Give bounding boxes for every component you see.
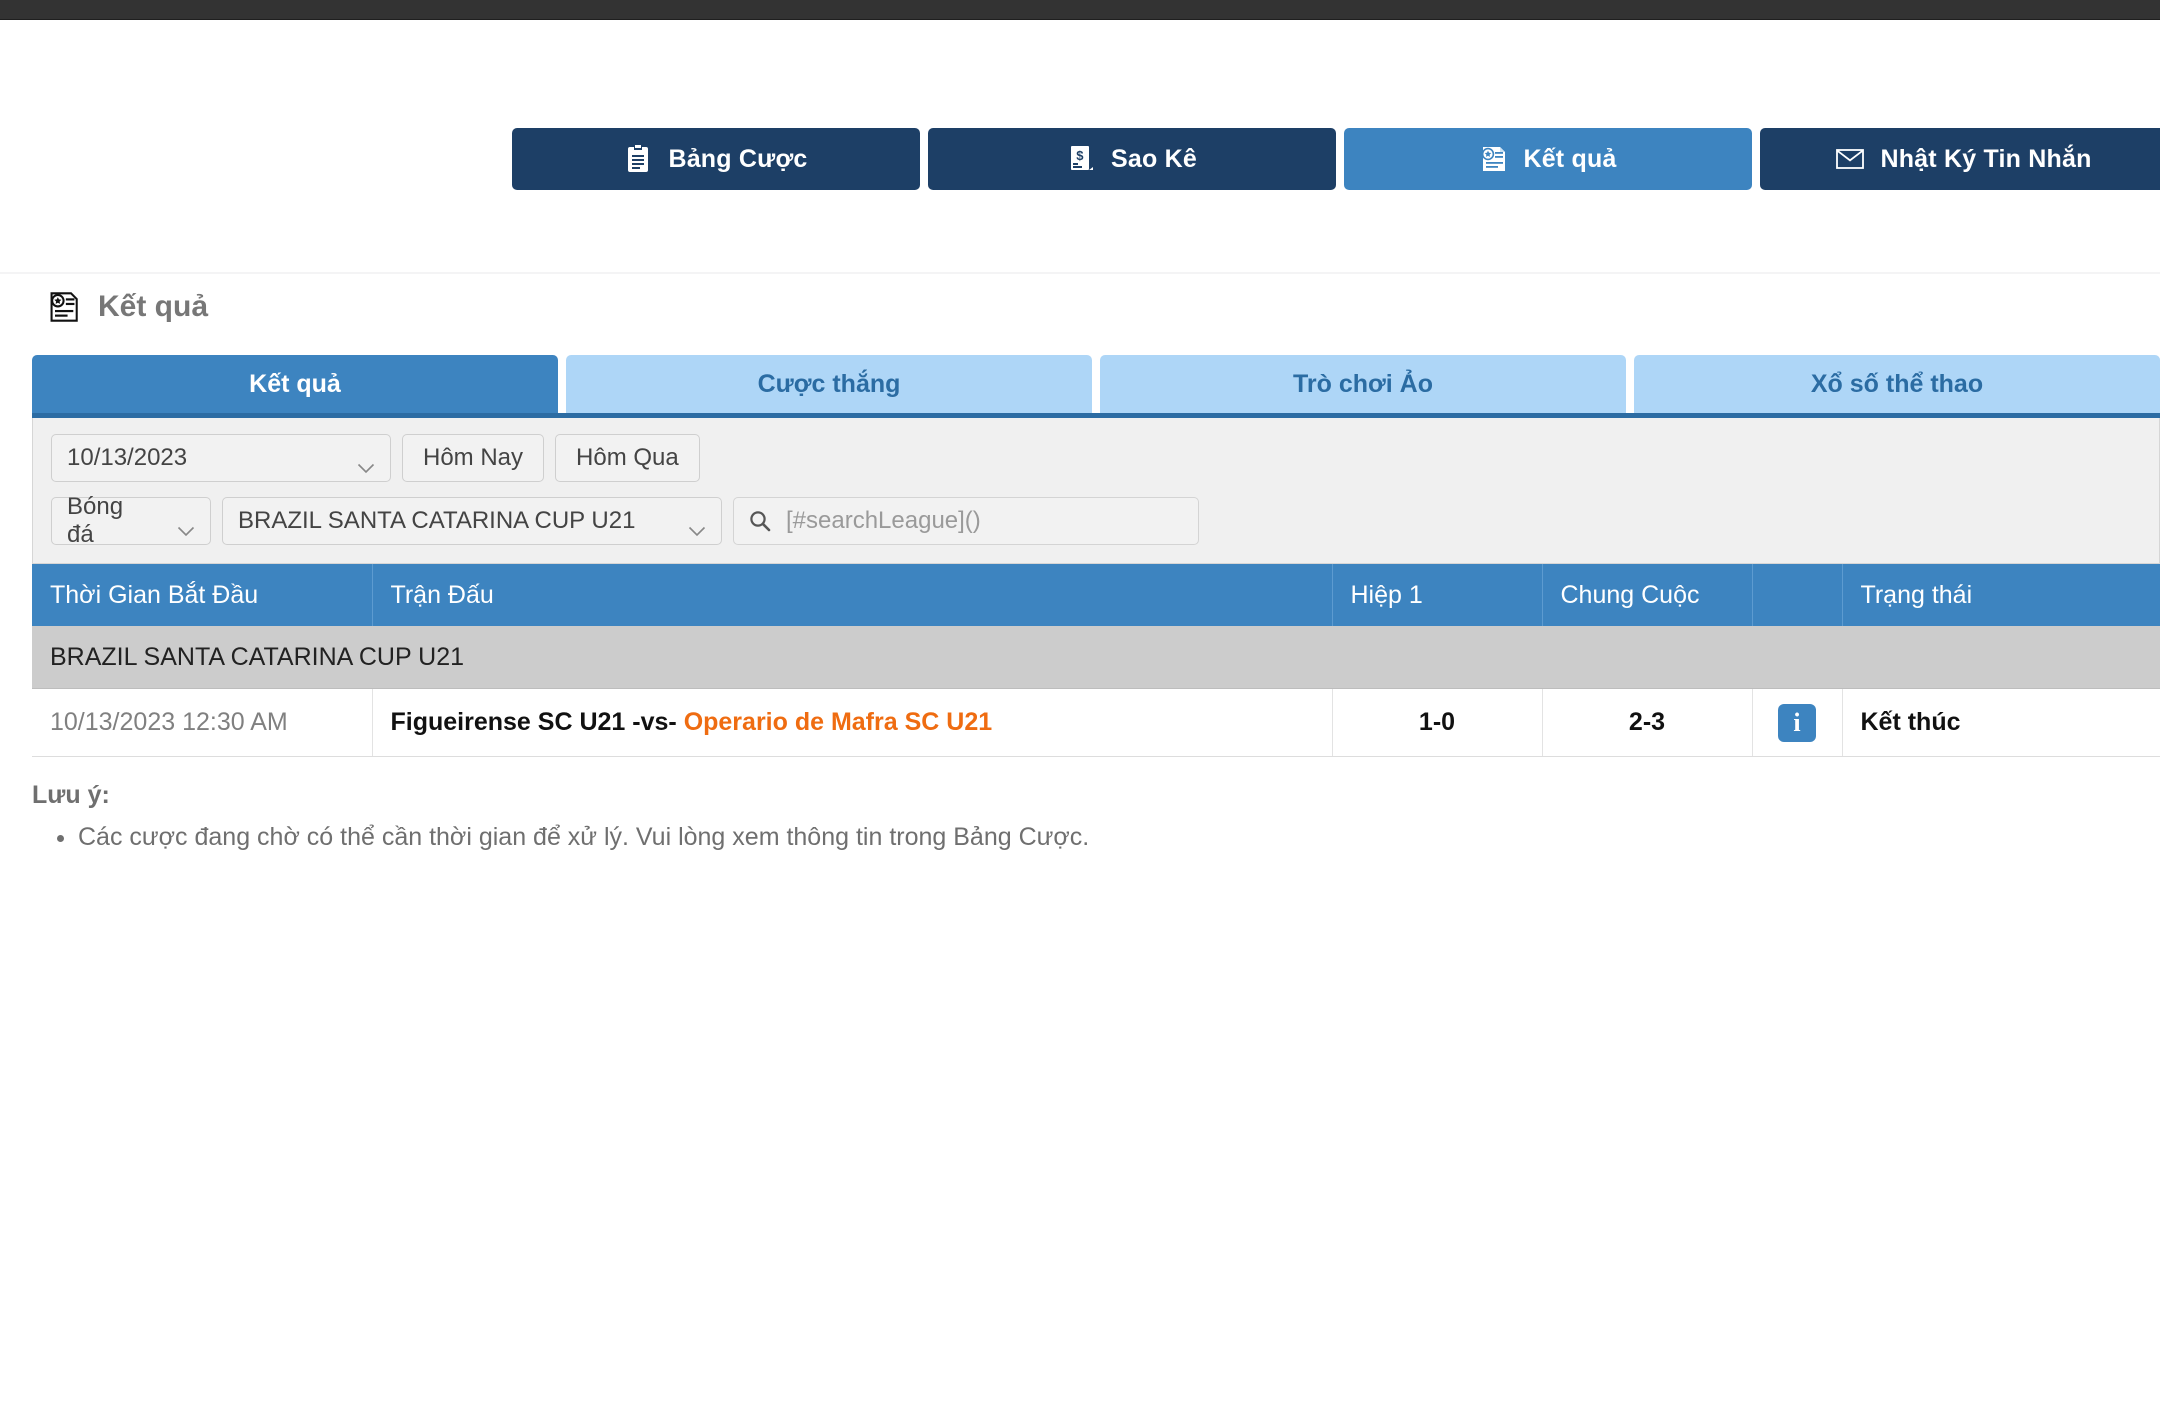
notes-heading: Lưu ý: — [32, 781, 110, 809]
col-header-start-time: Thời Gian Bắt Đầu — [32, 564, 372, 626]
nav-button-label: Sao Kê — [1111, 144, 1197, 173]
filter-row-league: Bóng đá BRAZIL SANTA CATARINA CUP U21 — [51, 493, 2141, 548]
nav-button-label: Nhật Ký Tin Nhắn — [1880, 144, 2092, 173]
notes-section: Lưu ý: Các cược đang chờ có thể cần thời… — [32, 781, 2160, 855]
list-item: Các cược đang chờ có thể cần thời gian đ… — [78, 820, 2160, 855]
home-team-label: Figueirense SC U21 — [390, 708, 626, 736]
tab-bar: Kết quả Cược thắng Trò chơi Ảo Xổ số thể… — [32, 355, 2160, 413]
tab-tro-choi-ao[interactable]: Trò chơi Ảo — [1100, 355, 1626, 413]
tab-label: Xổ số thể thao — [1810, 369, 1984, 398]
nav-button-label: Kết quả — [1523, 144, 1617, 173]
search-icon — [748, 509, 772, 533]
away-team-label: Operario de Mafra SC U21 — [683, 708, 993, 736]
nav-button-bang-cuoc[interactable]: Bảng Cược — [512, 128, 920, 190]
search-league-box[interactable] — [733, 497, 1199, 545]
col-header-first-half: Hiệp 1 — [1331, 564, 1542, 626]
cell-first-half-score: 1-0 — [1331, 688, 1542, 757]
date-select-value: 10/13/2023 — [67, 444, 188, 471]
vs-label: -vs- — [632, 708, 677, 736]
results-table-head: Thời Gian Bắt Đầu Trận Đấu Hiệp 1 Chung … — [32, 564, 2160, 626]
col-header-full-time: Chung Cuộc — [1541, 564, 1752, 626]
today-button[interactable]: Hôm Nay — [402, 434, 545, 482]
table-row[interactable]: 10/13/2023 12:30 AM Figueirense SC U21 -… — [32, 688, 2160, 757]
date-select[interactable]: 10/13/2023 — [51, 434, 391, 482]
nav-divider — [0, 272, 2160, 274]
results-table: Thời Gian Bắt Đầu Trận Đấu Hiệp 1 Chung … — [32, 564, 2160, 757]
results-icon — [46, 289, 80, 325]
primary-nav-area: Bảng Cược $ Sao Kê Kết quả Nhật Ký Tin N… — [0, 20, 2160, 274]
page-title-label: Kết quả — [98, 290, 209, 323]
table-header-row: Thời Gian Bắt Đầu Trận Đấu Hiệp 1 Chung … — [32, 564, 2160, 626]
page-title: Kết quả — [46, 234, 2160, 329]
chevron-down-icon — [177, 516, 195, 536]
cell-full-time-score: 2-3 — [1541, 688, 1752, 757]
results-icon — [1479, 144, 1507, 174]
yesterday-button[interactable]: Hôm Qua — [555, 434, 700, 482]
col-header-status: Trạng thái — [1841, 564, 2160, 626]
tab-label: Cược thắng — [757, 369, 901, 398]
results-table-body: BRAZIL SANTA CATARINA CUP U21 10/13/2023… — [32, 626, 2160, 757]
yesterday-button-label: Hôm Qua — [576, 444, 679, 471]
cell-match: Figueirense SC U21 -vs- Operario de Mafr… — [371, 688, 1332, 757]
tab-cuoc-thang[interactable]: Cược thắng — [566, 355, 1092, 413]
tab-label: Trò chơi Ảo — [1292, 369, 1433, 398]
nav-button-ket-qua[interactable]: Kết quả — [1344, 128, 1752, 190]
filter-panel: 10/13/2023 Hôm Nay Hôm Qua Bóng đá BRAZI… — [32, 418, 2160, 564]
info-icon[interactable]: i — [1778, 703, 1816, 742]
col-header-info — [1751, 564, 1842, 626]
chevron-down-icon — [688, 516, 706, 536]
cell-info[interactable]: i — [1751, 688, 1842, 757]
tab-ket-qua[interactable]: Kết quả — [32, 355, 558, 413]
search-input[interactable] — [786, 507, 1184, 535]
envelope-icon — [1836, 144, 1865, 174]
sport-select-value: Bóng đá — [67, 493, 124, 548]
league-select-value: BRAZIL SANTA CATARINA CUP U21 — [238, 507, 636, 534]
notes-list: Các cược đang chờ có thể cần thời gian đ… — [32, 820, 2160, 855]
today-button-label: Hôm Nay — [423, 444, 524, 471]
tab-xo-so-the-thao[interactable]: Xổ số thể thao — [1634, 355, 2160, 413]
primary-nav: Bảng Cược $ Sao Kê Kết quả Nhật Ký Tin N… — [512, 128, 2160, 190]
clipboard-icon — [624, 144, 652, 174]
cell-start-time: 10/13/2023 12:30 AM — [32, 688, 372, 757]
results-table-wrap: Thời Gian Bắt Đầu Trận Đấu Hiệp 1 Chung … — [32, 564, 2160, 757]
cell-status: Kết thúc — [1841, 688, 2160, 757]
filter-row-date: 10/13/2023 Hôm Nay Hôm Qua — [51, 434, 2141, 482]
league-group-label: BRAZIL SANTA CATARINA CUP U21 — [32, 626, 2160, 689]
browser-top-bar — [0, 0, 2160, 20]
nav-button-sao-ke[interactable]: $ Sao Kê — [928, 128, 1336, 190]
league-select[interactable]: BRAZIL SANTA CATARINA CUP U21 — [222, 497, 722, 545]
nav-button-label: Bảng Cược — [668, 144, 808, 173]
tab-label: Kết quả — [249, 369, 341, 398]
svg-text:$: $ — [1076, 148, 1084, 163]
league-group-row: BRAZIL SANTA CATARINA CUP U21 — [32, 626, 2160, 689]
sport-select[interactable]: Bóng đá — [51, 493, 211, 548]
nav-button-nhat-ky-tin-nhan[interactable]: Nhật Ký Tin Nhắn — [1760, 128, 2160, 190]
col-header-match: Trận Đấu — [371, 564, 1332, 626]
statement-icon: $ — [1067, 144, 1095, 174]
chevron-down-icon — [357, 453, 375, 473]
